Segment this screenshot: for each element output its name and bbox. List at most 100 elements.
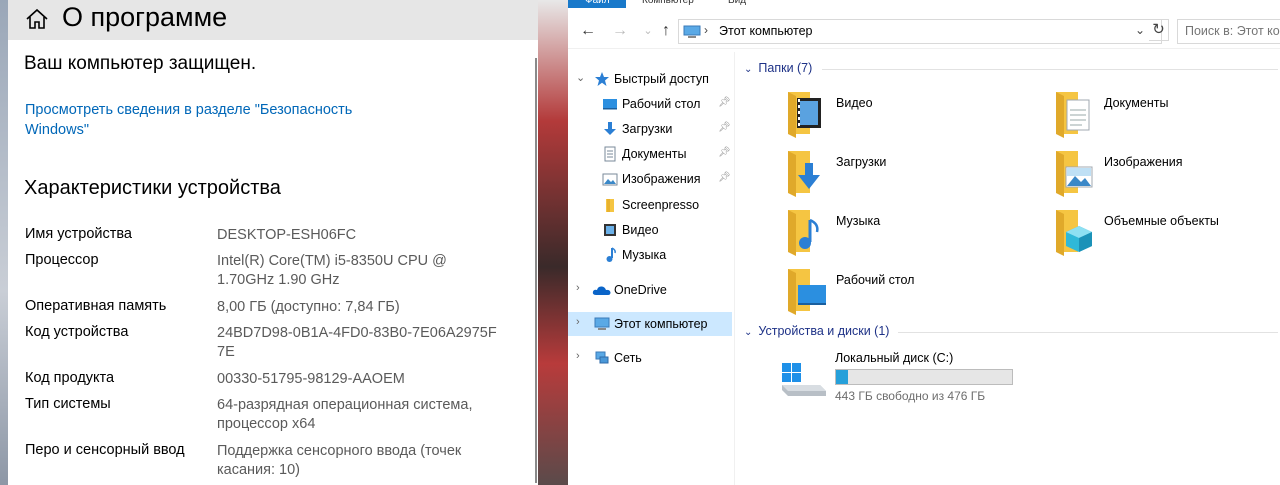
windows-security-link[interactable]: Просмотреть сведения в разделе "Безопасн… (25, 100, 385, 140)
pin-icon[interactable]: 📌︎ (718, 122, 731, 133)
drive-tile-c[interactable]: Локальный диск (C:) 443 ГБ свободно из 4… (780, 349, 1040, 409)
spec-label-product-id: Код продукта (25, 370, 115, 386)
spec-label-ram: Оперативная память (25, 298, 167, 314)
forward-arrow-icon[interactable]: → (610, 21, 630, 41)
drive-usage-bar (835, 369, 1013, 385)
nav-onedrive[interactable]: › OneDrive (568, 278, 732, 302)
computer-icon (594, 317, 610, 330)
desktop-background-middle (538, 0, 568, 485)
address-row: ← → ⌄ ↑ › Этот компьютер ⌄ (568, 15, 1280, 49)
spec-value-processor: Intel(R) Core(TM) i5-8350U CPU @ 1.70GHz… (217, 253, 447, 288)
folder-label: Музыка (836, 214, 881, 228)
folders-group-header[interactable]: ⌄ Папки (7) (744, 61, 812, 75)
folder-label: Объемные объекты (1104, 214, 1219, 228)
recent-chevron-icon[interactable]: ⌄ (638, 21, 658, 41)
nav-item-music[interactable]: Музыка (568, 243, 732, 267)
folder-label: Изображения (1104, 155, 1183, 169)
folder-label: Рабочий стол (836, 273, 915, 287)
nav-item-pictures[interactable]: Изображения 📌︎ (568, 167, 732, 191)
nav-network[interactable]: › Сеть (568, 346, 732, 370)
expanded-chevron-icon[interactable]: ⌄ (576, 71, 585, 84)
folders-group-label: Папки (7) (758, 61, 813, 75)
home-icon[interactable] (24, 6, 50, 32)
address-dropdown-icon[interactable]: ⌄ (1135, 23, 1145, 37)
folder-label: Документы (1104, 96, 1169, 110)
folder-tile-desktop[interactable]: Рабочий стол (786, 267, 1046, 323)
nav-label: Загрузки (622, 122, 673, 136)
spec-label-processor: Процессор (25, 252, 99, 268)
nav-item-videos[interactable]: Видео (568, 218, 732, 242)
spec-value-product-id: 00330-51795-98129-AAOEM (217, 371, 405, 387)
collapsed-chevron-icon[interactable]: › (576, 316, 580, 328)
folder-label: Загрузки (836, 155, 887, 169)
nav-item-desktop[interactable]: Рабочий стол 📌︎ (568, 92, 732, 116)
nav-this-pc[interactable]: › Этот компьютер (568, 312, 732, 336)
folder-tile-documents[interactable]: Документы (1054, 90, 1280, 146)
folder-tile-music[interactable]: Музыка (786, 208, 1046, 264)
pin-icon[interactable]: 📌︎ (718, 97, 731, 108)
group-divider (898, 332, 1278, 333)
star-icon (595, 72, 609, 86)
nav-label: Сеть (614, 351, 642, 365)
pin-icon[interactable]: 📌︎ (718, 147, 731, 158)
music-icon (606, 247, 616, 262)
desktop-folder-icon (788, 269, 826, 315)
breadcrumb-chevron-icon[interactable]: › (704, 23, 708, 37)
pane-divider[interactable] (734, 52, 735, 485)
computer-icon (683, 25, 701, 38)
navigation-pane: ⌄ Быстрый доступ Рабочий стол 📌︎ Загрузк… (568, 52, 734, 485)
up-arrow-icon[interactable]: ↑ (656, 21, 676, 41)
spec-value-ram: 8,00 ГБ (доступно: 7,84 ГБ) (217, 299, 400, 315)
devices-group-label: Устройства и диски (1) (758, 324, 890, 338)
breadcrumb-this-pc[interactable]: Этот компьютер (719, 24, 812, 38)
nav-label: Этот компьютер (614, 317, 708, 331)
spec-value-device-name: DESKTOP-ESH06FC (217, 227, 357, 243)
nav-item-downloads[interactable]: Загрузки 📌︎ (568, 117, 732, 141)
videos-icon (604, 224, 616, 236)
folder-tile-downloads[interactable]: Загрузки (786, 149, 1046, 205)
tab-view[interactable]: Вид (728, 0, 746, 8)
back-arrow-icon[interactable]: ← (578, 21, 598, 41)
documents-folder-icon (1056, 92, 1090, 138)
search-box[interactable] (1177, 19, 1280, 44)
protection-status-text: Ваш компьютер защищен. (24, 53, 257, 74)
content-pane: ⌄ Папки (7) Видео Документы Загрузки Изо… (736, 52, 1280, 485)
nav-label: Видео (622, 223, 659, 237)
address-bar[interactable]: › Этот компьютер ⌄ (678, 19, 1162, 44)
folder-label: Видео (836, 96, 873, 110)
folder-tile-pictures[interactable]: Изображения (1054, 149, 1280, 205)
tab-file[interactable]: Файл (568, 0, 626, 8)
spec-label-device-id: Код устройства (25, 324, 129, 340)
cloud-icon (592, 286, 611, 295)
settings-scrollbar[interactable] (535, 58, 537, 483)
nav-label: Рабочий стол (622, 97, 701, 111)
nav-label: Screenpresso (622, 198, 700, 212)
pictures-folder-icon (1056, 151, 1093, 197)
3d-objects-folder-icon (1056, 210, 1092, 256)
devices-group-header[interactable]: ⌄ Устройства и диски (1) (744, 324, 889, 338)
music-folder-icon (788, 210, 819, 256)
collapsed-chevron-icon[interactable]: › (576, 282, 580, 294)
spec-label-system-type: Тип системы (25, 396, 111, 412)
settings-header: О программе (8, 0, 538, 40)
desktop-icon (603, 99, 617, 110)
folder-tile-3d-objects[interactable]: Объемные объекты (1054, 208, 1280, 264)
group-collapse-icon[interactable]: ⌄ (744, 64, 752, 75)
videos-folder-icon (788, 92, 821, 138)
nav-item-documents[interactable]: Документы 📌︎ (568, 142, 732, 166)
nav-item-screenpresso[interactable]: Screenpresso (568, 193, 732, 217)
search-input[interactable] (1185, 24, 1280, 38)
spec-value-pen-touch: Поддержка сенсорного ввода (точек касани… (217, 443, 462, 478)
nav-quick-access[interactable]: ⌄ Быстрый доступ (568, 67, 732, 91)
folder-tile-videos[interactable]: Видео (786, 90, 1046, 146)
tab-computer[interactable]: Компьютер (642, 0, 694, 8)
downloads-folder-icon (788, 151, 820, 197)
spec-value-device-id: 24BD7D98-0B1A-4FD0-83B0-7E06A2975F7E (217, 325, 497, 360)
group-collapse-icon[interactable]: ⌄ (744, 327, 752, 338)
drive-free-space: 443 ГБ свободно из 476 ГБ (835, 389, 986, 403)
refresh-icon[interactable]: ↻ (1149, 19, 1169, 41)
pin-icon[interactable]: 📌︎ (718, 172, 731, 183)
collapsed-chevron-icon[interactable]: › (576, 350, 580, 362)
folder-icon (606, 199, 614, 212)
spec-value-system-type: 64-разрядная операционная система, проце… (217, 397, 473, 432)
